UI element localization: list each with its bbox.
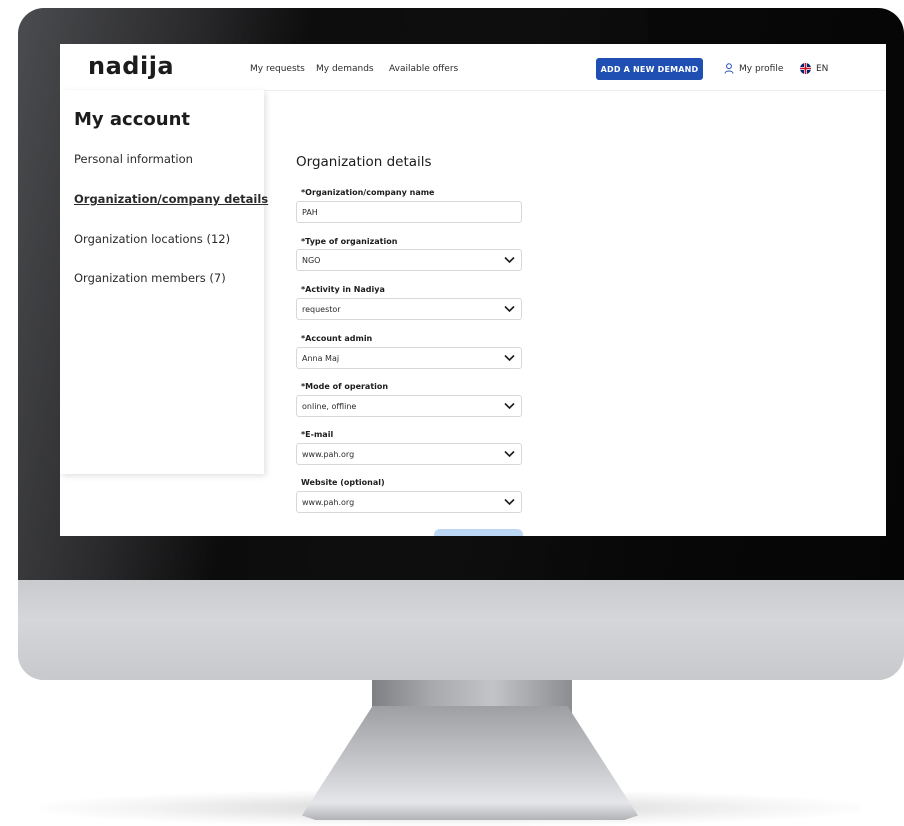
nav-link-my-requests[interactable]: My requests	[250, 64, 305, 74]
language-label: EN	[816, 63, 829, 74]
website-value: www.pah.org	[302, 498, 355, 507]
nav-link-my-demands[interactable]: My demands	[316, 64, 374, 74]
add-new-demand-button[interactable]: ADD A NEW DEMAND	[596, 58, 703, 80]
save-button[interactable]	[434, 529, 523, 536]
email-value: www.pah.org	[302, 450, 355, 459]
chevron-down-icon	[504, 305, 515, 313]
organization-type-select[interactable]: NGO	[296, 249, 522, 271]
chevron-down-icon	[504, 450, 515, 458]
organization-name-value: PAH	[302, 208, 318, 217]
activity-label: *Activity in Nadiya	[301, 285, 385, 294]
organization-name-input[interactable]: PAH	[296, 201, 522, 223]
logo[interactable]: nadija	[88, 52, 174, 80]
nav-link-available-offers[interactable]: Available offers	[389, 64, 458, 74]
monitor-stand-base	[302, 706, 638, 820]
organization-type-value: NGO	[302, 256, 321, 265]
my-profile-label: My profile	[739, 63, 784, 74]
user-icon	[724, 63, 734, 74]
chevron-down-icon	[504, 354, 515, 362]
sidebar-item-personal-information[interactable]: Personal information	[74, 152, 193, 166]
email-field[interactable]: www.pah.org	[296, 443, 522, 465]
activity-value: requestor	[302, 305, 341, 314]
sidebar-item-organization-locations[interactable]: Organization locations (12)	[74, 232, 230, 246]
uk-flag-icon	[800, 63, 811, 74]
organization-name-label: *Organization/company name	[301, 188, 435, 197]
sidebar-item-organization-members[interactable]: Organization members (7)	[74, 271, 226, 285]
account-admin-select[interactable]: Anna Maj	[296, 347, 522, 369]
activity-select[interactable]: requestor	[296, 298, 522, 320]
language-selector[interactable]: EN	[800, 63, 828, 74]
account-admin-label: *Account admin	[301, 334, 373, 343]
organization-type-label: *Type of organization	[301, 237, 398, 246]
account-admin-value: Anna Maj	[302, 354, 340, 363]
website-label: Website (optional)	[301, 478, 385, 487]
chevron-down-icon	[504, 256, 515, 264]
top-navigation: nadija My requests My demands Available …	[60, 44, 886, 91]
sidebar-title: My account	[74, 109, 190, 130]
screen: nadija My requests My demands Available …	[60, 44, 886, 536]
chevron-down-icon	[504, 402, 515, 410]
mode-of-operation-select[interactable]: online, offline	[296, 395, 522, 417]
monitor-chin	[18, 580, 904, 680]
my-profile-link[interactable]: My profile	[724, 63, 783, 74]
form-title: Organization details	[296, 154, 432, 170]
website-field[interactable]: www.pah.org	[296, 491, 522, 513]
sidebar-item-organization-details[interactable]: Organization/company details	[74, 192, 268, 206]
mode-of-operation-label: *Mode of operation	[301, 382, 389, 391]
email-label: *E-mail	[301, 430, 334, 439]
account-sidebar: My account Personal information Organiza…	[60, 90, 268, 474]
mode-of-operation-value: online, offline	[302, 402, 357, 411]
chevron-down-icon	[504, 498, 515, 506]
